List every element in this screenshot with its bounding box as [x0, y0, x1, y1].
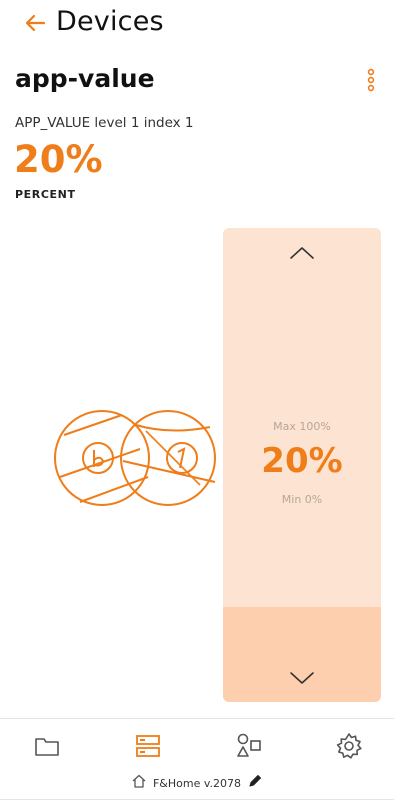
page-title: Devices	[56, 6, 164, 37]
folder-icon[interactable]	[32, 731, 62, 761]
shapes-icon[interactable]	[234, 731, 264, 761]
slider-value: 20%	[261, 441, 343, 481]
slider-max-label: Max 100%	[273, 420, 331, 433]
device-illustration	[50, 405, 220, 510]
header: Devices	[0, 0, 394, 50]
bottom-nav: F&Home v.2078	[0, 718, 394, 800]
device-name: app-value	[15, 64, 155, 93]
slider-min-label: Min 0%	[281, 493, 323, 506]
footer: F&Home v.2078	[0, 773, 394, 793]
value-slider[interactable]: Max 100% 20% Min 0%	[223, 228, 381, 702]
home-icon	[131, 773, 147, 793]
server-icon[interactable]	[133, 731, 163, 761]
device-subtitle: APP_VALUE level 1 index 1	[15, 115, 194, 131]
more-options-icon[interactable]	[364, 68, 378, 92]
device-value: 20%	[14, 138, 103, 181]
footer-version: F&Home v.2078	[152, 776, 242, 790]
back-arrow-icon[interactable]	[22, 10, 48, 36]
pencil-icon[interactable]	[247, 773, 263, 793]
device-unit: PERCENT	[15, 188, 76, 201]
gear-icon[interactable]	[334, 731, 364, 761]
chevron-up-icon[interactable]	[287, 243, 317, 263]
chevron-down-icon[interactable]	[287, 668, 317, 688]
